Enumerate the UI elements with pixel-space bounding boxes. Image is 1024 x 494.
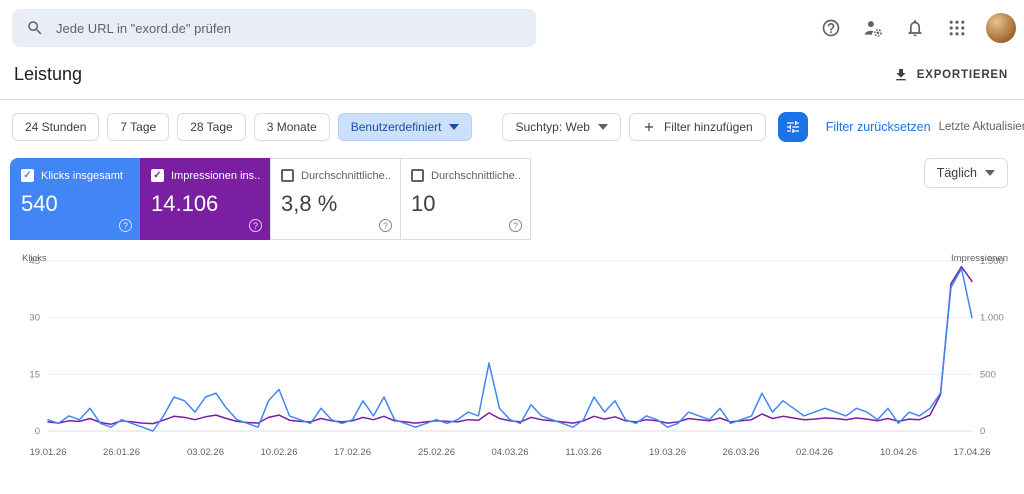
account-settings-icon bbox=[863, 18, 884, 39]
help-icon bbox=[821, 18, 841, 38]
metric-value: 540 bbox=[21, 191, 58, 216]
chip-label: Suchtyp: Web bbox=[515, 120, 590, 134]
download-icon bbox=[893, 67, 909, 83]
metric-value: 10 bbox=[411, 191, 436, 216]
topbar-actions bbox=[814, 11, 1016, 45]
metric-label: Impressionen ins... bbox=[171, 169, 260, 182]
help-icon[interactable]: ? bbox=[119, 219, 132, 232]
svg-text:0: 0 bbox=[35, 426, 40, 437]
svg-text:17.02.26: 17.02.26 bbox=[334, 447, 371, 458]
performance-chart[interactable]: 0 015 50030 1.00045 1.50019.01.26 26.01.26 03.… bbox=[10, 253, 1014, 463]
metric-value: 3,8 % bbox=[281, 191, 338, 216]
performance-chart-area: Klicks Impressionen 0 0 15 500 30 1.000 45 1.50… bbox=[0, 253, 1024, 463]
checkbox-unchecked-icon[interactable] bbox=[411, 169, 424, 182]
plus-icon bbox=[642, 120, 656, 134]
svg-text:25.02.26: 25.02.26 bbox=[418, 447, 455, 458]
metric-label: Klicks insgesamt bbox=[41, 169, 123, 182]
svg-text:11.03.26: 11.03.26 bbox=[565, 447, 601, 458]
metric-card-average-ctr[interactable]: Durchschnittliche... 3,8 % ? bbox=[270, 158, 401, 240]
filter-bar: 24 Stunden 7 Tage 28 Tage 3 Monate Benut… bbox=[0, 100, 1024, 154]
date-range-7d[interactable]: 7 Tage bbox=[107, 113, 170, 141]
svg-text:17.04.26: 17.04.26 bbox=[954, 447, 991, 458]
chip-label: Benutzerdefiniert bbox=[350, 120, 442, 134]
chevron-down-icon bbox=[597, 124, 608, 130]
svg-text:26.01.26: 26.01.26 bbox=[103, 447, 140, 458]
page-header: Leistung EXPORTIEREN bbox=[0, 56, 1024, 100]
metrics-row: ✓ Klicks insgesamt 540 ? ✓ Impressionen … bbox=[0, 154, 1024, 240]
last-update-text: Letzte Aktualisierung: vor 4,5 Stunden bbox=[938, 121, 1024, 133]
chip-label: 24 Stunden bbox=[25, 120, 87, 134]
chip-label: Filter hinzufügen bbox=[663, 120, 753, 134]
apps-grid-button[interactable] bbox=[940, 11, 974, 45]
metric-value: 14.106 bbox=[151, 191, 219, 216]
avatar[interactable] bbox=[986, 13, 1016, 43]
svg-text:26.03.26: 26.03.26 bbox=[723, 447, 760, 458]
right-axis-title: Impressionen bbox=[950, 253, 1008, 264]
metric-card-average-position[interactable]: Durchschnittliche... 10 ? bbox=[400, 158, 531, 240]
search-placeholder: Jede URL in "exord.de" prüfen bbox=[56, 20, 231, 36]
svg-text:02.04.26: 02.04.26 bbox=[796, 447, 833, 458]
export-label: EXPORTIEREN bbox=[916, 68, 1008, 81]
add-filter-button[interactable]: Filter hinzufügen bbox=[628, 113, 766, 141]
chevron-down-icon bbox=[985, 170, 995, 176]
svg-text:03.02.26: 03.02.26 bbox=[187, 447, 224, 458]
help-icon[interactable]: ? bbox=[249, 219, 262, 232]
chip-label: 7 Tage bbox=[120, 120, 157, 134]
svg-text:19.01.26: 19.01.26 bbox=[30, 447, 67, 458]
help-button[interactable] bbox=[814, 11, 848, 45]
metric-label: Durchschnittliche... bbox=[301, 169, 390, 182]
account-settings-button[interactable] bbox=[856, 11, 890, 45]
page-title: Leistung bbox=[14, 64, 83, 84]
svg-text:500: 500 bbox=[980, 369, 996, 380]
date-range-24h[interactable]: 24 Stunden bbox=[12, 113, 100, 141]
bell-icon bbox=[905, 18, 925, 38]
date-range-3m[interactable]: 3 Monate bbox=[253, 113, 330, 141]
filter-tune-button[interactable] bbox=[777, 112, 808, 142]
top-app-bar: Jede URL in "exord.de" prüfen bbox=[0, 0, 1024, 56]
svg-text:1.000: 1.000 bbox=[980, 313, 1004, 324]
checkbox-checked-icon[interactable]: ✓ bbox=[21, 169, 34, 182]
metric-card-total-impressions[interactable]: ✓ Impressionen ins... 14.106 ? bbox=[140, 158, 271, 240]
help-icon[interactable]: ? bbox=[509, 219, 522, 232]
chip-label: 28 Tage bbox=[190, 120, 233, 134]
svg-text:10.04.26: 10.04.26 bbox=[880, 447, 917, 458]
reset-filters-link[interactable]: Filter zurücksetzen bbox=[826, 120, 931, 134]
tune-icon bbox=[785, 119, 801, 135]
apps-grid-icon bbox=[947, 18, 967, 38]
date-range-custom[interactable]: Benutzerdefiniert bbox=[337, 113, 473, 141]
granularity-label: Täglich bbox=[936, 166, 977, 180]
export-button[interactable]: EXPORTIEREN bbox=[893, 67, 1008, 83]
svg-text:10.02.26: 10.02.26 bbox=[261, 447, 298, 458]
date-range-28d[interactable]: 28 Tage bbox=[177, 113, 246, 141]
notifications-button[interactable] bbox=[898, 11, 932, 45]
metric-label: Durchschnittliche... bbox=[431, 169, 520, 182]
checkbox-unchecked-icon[interactable] bbox=[281, 169, 294, 182]
svg-text:15: 15 bbox=[29, 369, 40, 380]
svg-text:04.03.26: 04.03.26 bbox=[492, 447, 529, 458]
chip-label: 3 Monate bbox=[266, 120, 317, 134]
svg-text:30: 30 bbox=[29, 313, 40, 324]
granularity-selector[interactable]: Täglich bbox=[923, 158, 1008, 188]
left-axis-title: Klicks bbox=[22, 253, 47, 264]
help-icon[interactable]: ? bbox=[379, 219, 392, 232]
metric-card-total-clicks[interactable]: ✓ Klicks insgesamt 540 ? bbox=[10, 158, 141, 240]
chevron-down-icon bbox=[449, 124, 460, 130]
search-type-selector[interactable]: Suchtyp: Web bbox=[502, 113, 621, 141]
url-inspection-search[interactable]: Jede URL in "exord.de" prüfen bbox=[12, 9, 536, 47]
search-icon bbox=[26, 19, 44, 37]
checkbox-checked-icon[interactable]: ✓ bbox=[151, 169, 164, 182]
svg-text:0: 0 bbox=[980, 426, 985, 437]
svg-text:19.03.26: 19.03.26 bbox=[649, 447, 686, 458]
